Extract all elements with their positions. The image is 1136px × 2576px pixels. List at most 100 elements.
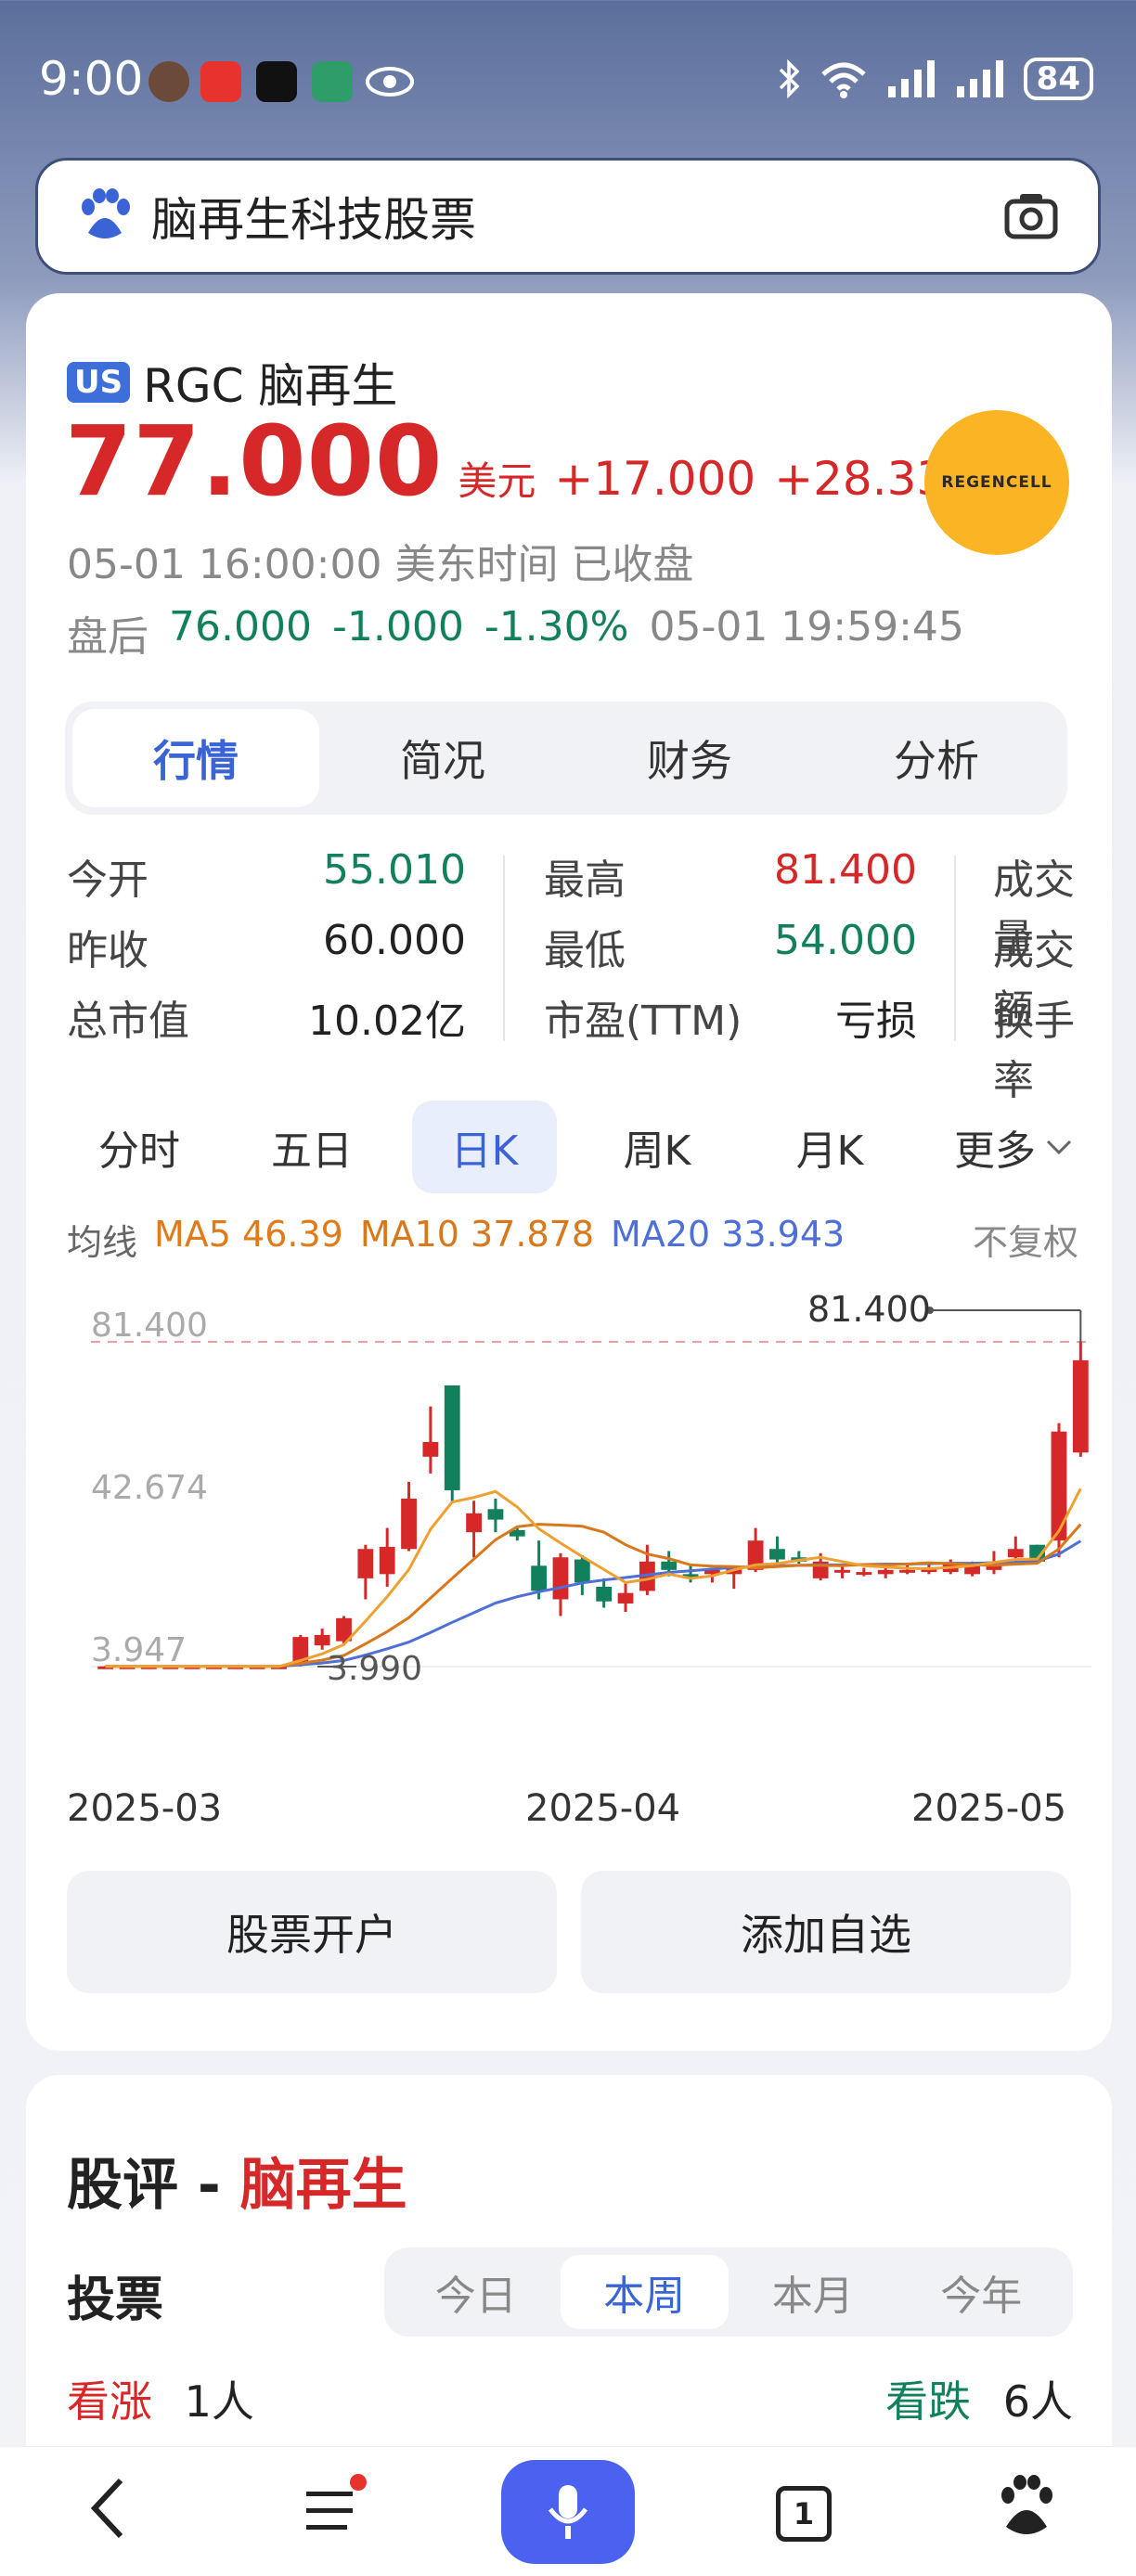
review-title-name: 脑再生 xyxy=(239,2153,407,2218)
price-row: 77.000 美元 +17.000 +28.33% xyxy=(65,405,990,518)
pe-label: 市盈(TTM) xyxy=(544,998,742,1045)
avatar-app-icon xyxy=(148,61,189,102)
period-tab-daily[interactable]: 日K xyxy=(412,1101,557,1193)
tab-analysis[interactable]: 分析 xyxy=(813,709,1060,807)
action-buttons: 股票开户 添加自选 xyxy=(67,1871,1071,1993)
vote-period-tabs: 今日 本周 本月 今年 xyxy=(384,2248,1073,2337)
period-tabs: 分时 五日 日K 周K 月K 更多 xyxy=(67,1101,1088,1193)
candle-body xyxy=(899,1569,915,1573)
status-time: 9:00 xyxy=(39,52,144,106)
period-tab-intraday[interactable]: 分时 xyxy=(67,1101,212,1193)
back-arrow-icon[interactable] xyxy=(84,2471,132,2545)
status-right-group: 84 xyxy=(777,58,1093,100)
candle-body xyxy=(314,1634,330,1646)
high-annotation: 81.400 xyxy=(807,1289,931,1330)
ma20-value: MA20 33.943 xyxy=(611,1214,846,1255)
candle-body xyxy=(487,1509,504,1520)
grid-divider xyxy=(503,856,505,1041)
tab-quote[interactable]: 行情 xyxy=(72,709,319,807)
quote-grid: 今开 55.010 昨收 60.000 总市值 10.02亿 最高 81.400… xyxy=(67,846,1112,1104)
eye-icon xyxy=(366,67,414,97)
period-tab-weekly[interactable]: 周K xyxy=(585,1101,729,1193)
signal-icon xyxy=(887,60,935,97)
candle-body xyxy=(401,1499,417,1550)
tiktok-app-icon xyxy=(256,61,297,102)
microphone-icon xyxy=(548,2485,588,2539)
candle-body xyxy=(661,1561,678,1570)
pe-value: 亏损 xyxy=(835,998,917,1045)
ma5-value: MA5 46.39 xyxy=(154,1214,343,1255)
quote-time: 05-01 16:00:00 美东时间 已收盘 xyxy=(67,541,694,588)
ma-label: 均线 xyxy=(67,1222,138,1263)
vote-tab-week[interactable]: 本周 xyxy=(560,2255,729,2329)
signal-icon-2 xyxy=(956,60,1003,97)
baidu-paw-profile-icon[interactable] xyxy=(997,2471,1056,2549)
candle-body xyxy=(444,1385,460,1490)
candle-body xyxy=(769,1549,785,1560)
ma-row: 均线 MA5 46.39 MA10 37.878 MA20 33.943 不复权 xyxy=(67,1214,1078,1265)
voice-search-button[interactable] xyxy=(501,2460,635,2564)
add-watchlist-button[interactable]: 添加自选 xyxy=(581,1871,1071,1993)
candle-body xyxy=(1072,1359,1089,1453)
market-cap-value: 10.02亿 xyxy=(308,998,466,1045)
search-bar[interactable]: 脑再生科技股票 xyxy=(35,158,1101,275)
adjust-toggle[interactable]: 不复权 xyxy=(973,1214,1078,1265)
huawei-app-icon xyxy=(200,61,241,102)
ma5-line xyxy=(105,1488,1082,1668)
tabs-count-button[interactable]: 1 xyxy=(776,2486,832,2542)
after-hours-label: 盘后 xyxy=(67,613,148,661)
tab-finance[interactable]: 财务 xyxy=(566,709,813,807)
vote-tab-month[interactable]: 本月 xyxy=(729,2255,897,2329)
wifi-icon xyxy=(820,62,866,98)
grid-divider-2 xyxy=(954,856,956,1041)
candle-body xyxy=(357,1549,374,1578)
status-bar: 9:00 84 xyxy=(0,0,1136,158)
open-value: 55.010 xyxy=(323,846,466,894)
after-hours-time: 05-01 19:59:45 xyxy=(649,603,964,650)
stock-tabs: 行情 简况 财务 分析 xyxy=(65,702,1067,815)
menu-icon[interactable] xyxy=(297,2471,371,2545)
candle-body xyxy=(552,1557,569,1600)
bluetooth-icon xyxy=(779,58,800,99)
ma20-line xyxy=(105,1539,1082,1668)
candle-body xyxy=(531,1565,548,1591)
period-tab-monthly[interactable]: 月K xyxy=(757,1101,902,1193)
low-annotation: 3.990 xyxy=(327,1650,422,1688)
candle-body xyxy=(596,1586,613,1602)
candle-body xyxy=(422,1442,439,1457)
after-hours-change: -1.000 xyxy=(331,603,464,650)
market-badge: US xyxy=(67,362,131,403)
candle-body xyxy=(1051,1431,1067,1541)
y-tick-label: 81.400 xyxy=(91,1307,208,1345)
candle-body xyxy=(856,1572,872,1576)
turnover-rate-label: 换手率 xyxy=(993,998,1075,1104)
candle-body xyxy=(877,1569,894,1575)
candle-body xyxy=(379,1546,395,1575)
bank-app-icon xyxy=(312,61,353,102)
company-logo: REGENCELL xyxy=(924,410,1069,555)
high-value: 81.400 xyxy=(774,846,917,894)
review-title-prefix: 股评 - xyxy=(67,2153,240,2218)
period-tab-5day[interactable]: 五日 xyxy=(239,1101,384,1193)
candle-body xyxy=(574,1559,590,1583)
prev-close-value: 60.000 xyxy=(323,917,466,964)
review-title: 股评 - 脑再生 xyxy=(67,2140,407,2221)
ma10-value: MA10 37.878 xyxy=(359,1214,595,1255)
battery-indicator: 84 xyxy=(1023,58,1093,100)
currency: 美元 xyxy=(458,458,536,504)
search-input[interactable]: 脑再生科技股票 xyxy=(151,183,476,250)
open-account-button[interactable]: 股票开户 xyxy=(67,1871,557,1993)
candle-body xyxy=(617,1592,634,1604)
camera-icon[interactable] xyxy=(1001,187,1061,246)
candle-body xyxy=(1007,1549,1024,1558)
vote-tab-today[interactable]: 今日 xyxy=(392,2255,561,2329)
kline-chart[interactable]: 81.400 42.674 3.947 81.400 3.990 xyxy=(48,1277,1097,1778)
vote-counts: 看涨 1人 看跌 6人 xyxy=(67,2368,1073,2429)
x-label-start: 2025-03 xyxy=(67,1787,223,1830)
vote-tab-year[interactable]: 今年 xyxy=(897,2255,1066,2329)
y-tick-label: 3.947 xyxy=(91,1631,187,1669)
bull-label: 看涨 xyxy=(67,2376,152,2427)
stock-card: US RGC 脑再生 77.000 美元 +17.000 +28.33% REG… xyxy=(26,293,1112,2051)
tab-overview[interactable]: 简况 xyxy=(319,709,566,807)
period-more-button[interactable]: 更多 xyxy=(954,1117,1073,1177)
